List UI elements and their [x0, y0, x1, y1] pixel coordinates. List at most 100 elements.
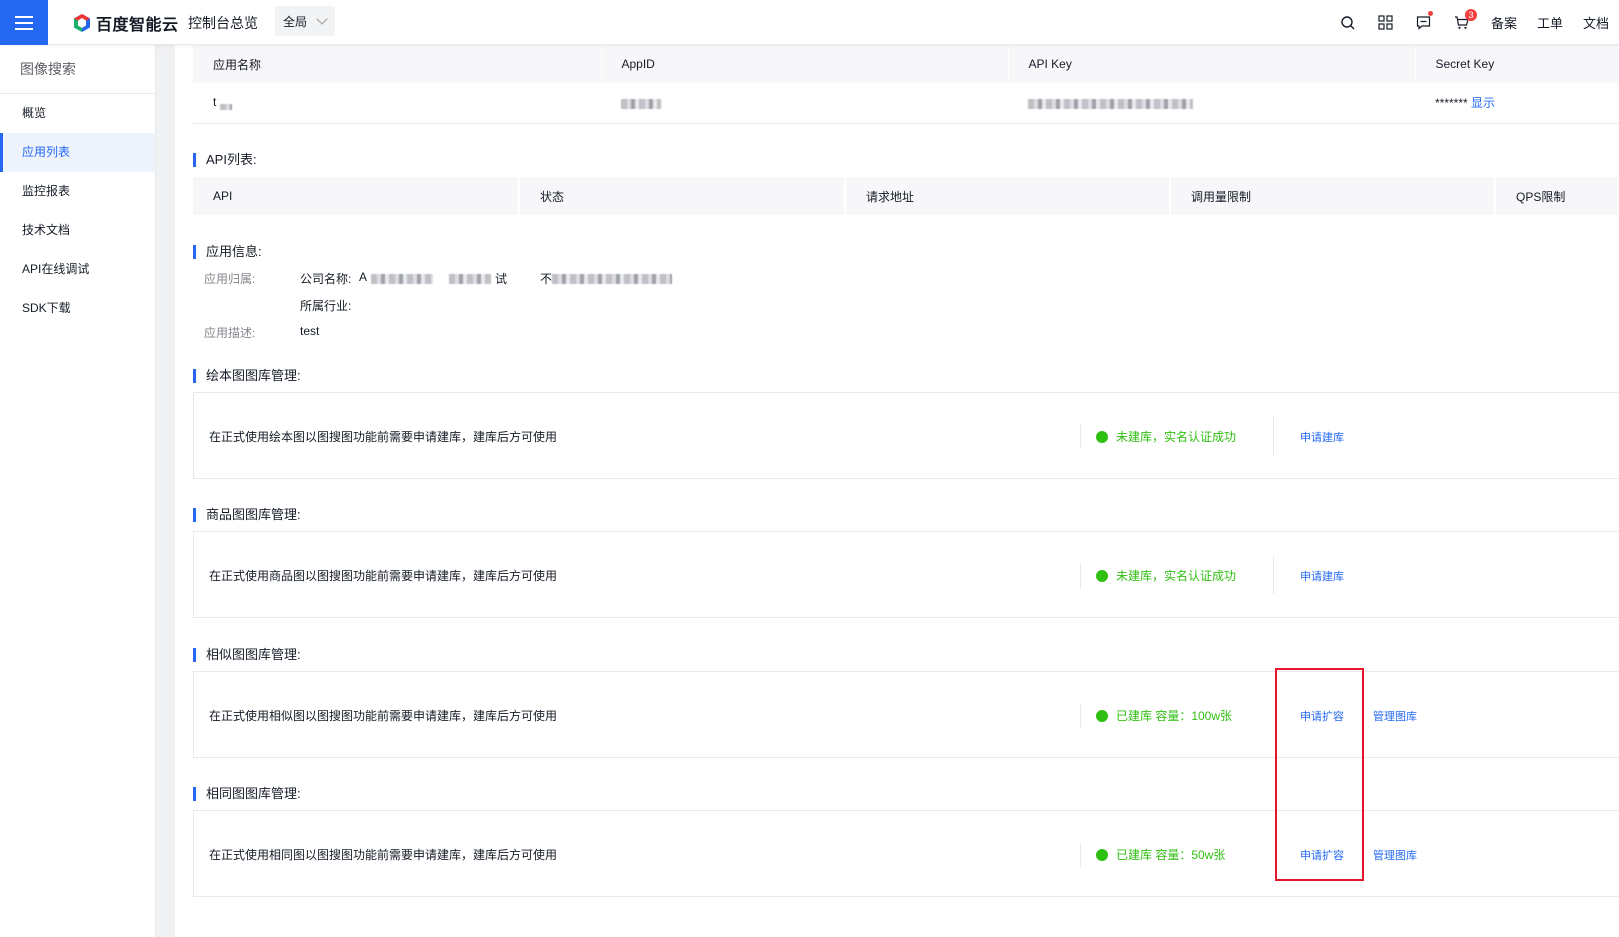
hamburger-menu-button[interactable]	[0, 0, 48, 45]
redacted-company-extra	[552, 274, 672, 284]
status-dot-icon	[1096, 709, 1108, 722]
divider	[1080, 843, 1081, 867]
sidebar-collapse-gutter[interactable]	[156, 45, 175, 937]
redacted-appid	[621, 98, 661, 109]
baidu-cloud-logo-icon	[74, 14, 90, 32]
cart-button[interactable]: 3	[1443, 0, 1481, 45]
filing-link[interactable]: 备案	[1481, 13, 1527, 32]
sidebar-item-sdk-download[interactable]: SDK下载	[0, 289, 155, 328]
app-desc-label: 应用描述:	[204, 326, 256, 340]
library-status-text: 已建库 容量：100w张	[1116, 709, 1233, 723]
top-right-toolbar: 3 备案 工单 文档	[1329, 0, 1619, 45]
redacted-api-key	[1028, 98, 1193, 109]
messages-button[interactable]	[1405, 0, 1443, 45]
redacted-company	[371, 274, 433, 284]
brand-logo[interactable]: 百度智能云	[72, 11, 179, 35]
company-name-label: 公司名称:	[300, 272, 352, 286]
divider	[1080, 704, 1081, 728]
column-header-api-key: API Key	[1008, 45, 1416, 83]
app-name: t	[213, 95, 217, 110]
library-description: 在正式使用相同图以图搜图功能前需要申请建库，建库后方可使用	[209, 848, 558, 862]
app-name-cell: t	[193, 83, 601, 124]
redacted-company	[449, 274, 491, 284]
library-status-text: 已建库 容量：50w张	[1116, 848, 1226, 862]
column-header-qps-limit: QPS限制	[1495, 177, 1619, 215]
library-status: 未建库，实名认证成功	[1096, 567, 1236, 584]
top-navbar: 百度智能云 控制台总览 全局 3 备案 工单 文档	[0, 0, 1619, 45]
ticket-link[interactable]: 工单	[1527, 13, 1573, 32]
table-row: t ******* 显示	[193, 83, 1619, 124]
message-icon	[1417, 16, 1431, 30]
products-grid-button[interactable]	[1367, 0, 1405, 45]
identical-image-library-panel: 在正式使用相同图以图搜图功能前需要申请建库，建库后方可使用 已建库 容量：50w…	[193, 810, 1619, 897]
column-header-status: 状态	[519, 177, 846, 215]
company-name-prefix: A	[359, 270, 368, 284]
similar-image-library-title: 相似图图库管理:	[193, 648, 301, 662]
library-description: 在正式使用绘本图以图搜图功能前需要申请建库，建库后方可使用	[209, 430, 558, 444]
search-button[interactable]	[1329, 0, 1367, 45]
divider	[1080, 425, 1081, 449]
company-name-suffix: 试	[495, 272, 508, 286]
divider	[1273, 556, 1274, 594]
library-status: 已建库 容量：50w张	[1096, 846, 1225, 863]
api-list-title: API列表:	[193, 153, 257, 167]
show-secret-link[interactable]: 显示	[1471, 96, 1495, 110]
region-scope-value: 全局	[283, 14, 308, 29]
product-library-panel: 在正式使用商品图以图搜图功能前需要申请建库，建库后方可使用 未建库，实名认证成功…	[193, 531, 1619, 618]
sidebar-item-api-debug[interactable]: API在线调试	[0, 250, 155, 289]
app-desc-value: test	[300, 324, 320, 338]
apply-build-library-link[interactable]: 申请建库	[1300, 568, 1344, 584]
api-key-cell	[1008, 83, 1415, 124]
column-header-appid: AppID	[601, 45, 1009, 83]
column-header-api: API	[193, 177, 520, 215]
column-header-secret-key: Secret Key	[1415, 45, 1619, 83]
unread-dot	[1427, 11, 1433, 16]
menu-icon	[15, 15, 33, 30]
cart-count-badge: 3	[1464, 9, 1477, 21]
identical-image-library-title: 相同图图库管理:	[193, 787, 301, 801]
library-status: 已建库 容量：100w张	[1096, 707, 1232, 724]
sidebar-item-overview[interactable]: 概览	[0, 94, 155, 133]
status-dot-icon	[1096, 430, 1108, 443]
app-owner-label: 应用归属:	[204, 272, 256, 286]
library-status-text: 未建库，实名认证成功	[1116, 430, 1237, 444]
sidebar-item-tech-docs[interactable]: 技术文档	[0, 211, 155, 250]
secret-key-cell: ******* 显示	[1415, 83, 1619, 124]
picture-book-library-title: 绘本图图库管理:	[193, 369, 301, 383]
library-description: 在正式使用相似图以图搜图功能前需要申请建库，建库后方可使用	[209, 709, 558, 723]
chevron-down-icon	[316, 13, 328, 25]
redacted-text	[219, 104, 232, 111]
column-header-request-url: 请求地址	[845, 177, 1171, 215]
manage-library-link[interactable]: 管理图库	[1373, 847, 1417, 863]
console-overview-link[interactable]: 控制台总览	[188, 13, 258, 33]
status-dot-icon	[1096, 569, 1108, 582]
sidebar-item-monitor-report[interactable]: 监控报表	[0, 172, 155, 211]
annotation-highlight-box	[1275, 668, 1364, 881]
library-status: 未建库，实名认证成功	[1096, 428, 1236, 445]
region-scope-select[interactable]: 全局	[275, 6, 335, 36]
appid-cell	[601, 83, 1008, 124]
brand-name: 百度智能云	[96, 17, 179, 34]
apply-build-library-link[interactable]: 申请建库	[1300, 429, 1344, 445]
api-table: API 状态 请求地址 调用量限制 QPS限制	[193, 177, 1619, 215]
similar-image-library-panel: 在正式使用相似图以图搜图功能前需要申请建库，建库后方可使用 已建库 容量：100…	[193, 671, 1619, 758]
divider	[1273, 417, 1274, 455]
product-library-title: 商品图图库管理:	[193, 508, 301, 522]
app-info-title: 应用信息:	[193, 245, 262, 259]
company-extra-text: 不	[540, 272, 553, 286]
industry-label: 所属行业:	[300, 299, 352, 313]
search-icon	[1341, 15, 1355, 29]
secret-key-mask: *******	[1435, 96, 1468, 111]
library-status-text: 未建库，实名认证成功	[1116, 569, 1237, 583]
sidebar-title: 图像搜索	[0, 45, 155, 94]
status-dot-icon	[1096, 848, 1108, 861]
divider	[1080, 564, 1081, 588]
grid-icon	[1378, 15, 1394, 30]
library-description: 在正式使用商品图以图搜图功能前需要申请建库，建库后方可使用	[209, 569, 558, 583]
sidebar-item-app-list[interactable]: 应用列表	[0, 133, 155, 172]
column-header-app-name: 应用名称	[193, 45, 602, 83]
docs-link[interactable]: 文档	[1573, 13, 1619, 32]
app-table: 应用名称 AppID API Key Secret Key t ******* …	[193, 45, 1619, 124]
manage-library-link[interactable]: 管理图库	[1373, 708, 1417, 724]
sidebar: 图像搜索 概览 应用列表 监控报表 技术文档 API在线调试 SDK下载	[0, 45, 156, 937]
